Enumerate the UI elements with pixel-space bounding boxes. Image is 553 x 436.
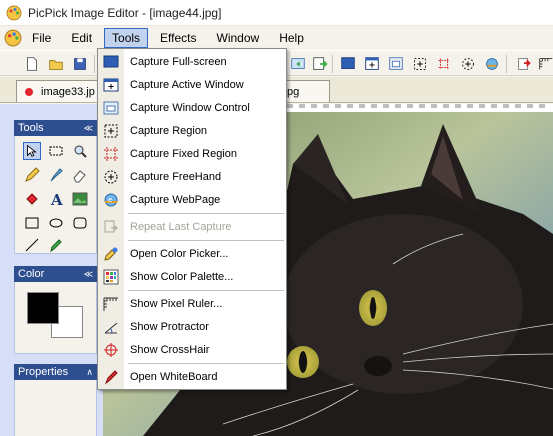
menu-separator [128,290,284,291]
menu-item-show-color-palette[interactable]: Show Color Palette... [98,266,286,288]
window-title: PicPick Image Editor - [image44.jpg] [28,5,222,20]
collapse-chevrons-icon[interactable]: ≪ [84,269,93,280]
menu-separator [128,213,284,214]
menu-item-repeat-last-capture: Repeat Last Capture [98,216,286,238]
menu-bar: File Edit Tools Effects Window Help [0,27,553,49]
brush-icon[interactable] [47,166,65,184]
active-window-capture-icon[interactable] [362,54,382,74]
toolbar-separator [506,55,507,73]
eraser-icon[interactable] [71,166,89,184]
region-icon [104,124,118,138]
ruler-icon [103,297,118,311]
expand-chevrons-icon[interactable]: ∧ [86,367,93,378]
crosshair-icon [104,343,118,357]
menu-effects[interactable]: Effects [152,28,204,48]
fixed-region-icon [104,147,118,161]
webpage-icon: e [104,193,118,207]
window-control-icon [103,101,119,115]
menu-item-show-pixel-ruler[interactable]: Show Pixel Ruler... [98,293,286,315]
properties-panel-body [14,380,97,436]
toolbar-separator [94,55,95,73]
zoom-magnifier-icon[interactable] [71,142,89,160]
rounded-rect-tool-icon[interactable] [71,214,89,232]
eyedropper-icon[interactable] [47,236,65,254]
menu-item-open-color-picker[interactable]: Open Color Picker... [98,243,286,265]
webpage-capture-icon[interactable] [482,54,502,74]
line-tool-icon[interactable] [23,236,41,254]
app-logo-icon [6,5,22,20]
color-panel-header[interactable]: Color ≪ [14,266,97,282]
menu-item-show-crosshair[interactable]: Show CrossHair [98,339,286,361]
freehand-icon [104,170,118,184]
tools-panel-body: A [14,136,97,254]
properties-panel-header[interactable]: Properties ∧ [14,364,97,380]
menu-tools[interactable]: Tools [104,28,149,48]
tools-menu-dropdown: Capture Full-screen Capture Active Windo… [97,48,287,390]
tab-label: image33.jp [41,85,95,98]
tab-image33[interactable]: image33.jp [16,80,102,102]
color-panel-body [14,282,97,354]
menu-file[interactable]: File [24,28,59,48]
menu-item-capture-window-control[interactable]: Capture Window Control [98,97,286,119]
fixed-region-capture-icon[interactable] [434,54,454,74]
color-picker-icon [104,247,118,261]
window-control-capture-icon[interactable] [386,54,406,74]
left-side-panel: Tools ≪ A Color ≪ Properties ∧ [0,104,103,436]
menu-item-capture-freehand[interactable]: Capture FreeHand [98,166,286,188]
menu-item-capture-full-screen[interactable]: Capture Full-screen [98,51,286,73]
pencil-icon[interactable] [23,166,41,184]
fullscreen-capture-icon[interactable] [338,54,358,74]
repeat-icon [104,220,118,233]
menu-help[interactable]: Help [271,28,312,48]
export-icon[interactable] [310,54,330,74]
ellipse-tool-icon[interactable] [47,214,65,232]
menu-item-capture-fixed-region[interactable]: Capture Fixed Region [98,143,286,165]
svg-text:A: A [50,191,63,208]
region-capture-icon[interactable] [410,54,430,74]
menu-item-open-whiteboard[interactable]: Open WhiteBoard [98,366,286,388]
menu-edit[interactable]: Edit [63,28,100,48]
save-icon[interactable] [70,54,90,74]
properties-panel-title: Properties [18,366,69,378]
open-folder-icon[interactable] [46,54,66,74]
select-arrow-icon[interactable] [23,142,41,160]
menu-window[interactable]: Window [209,28,268,48]
tab-label: pg [287,85,300,98]
title-bar: PicPick Image Editor - [image44.jpg] [0,0,553,26]
menu-item-capture-region[interactable]: Capture Region [98,120,286,142]
unsaved-dot-icon [25,87,33,96]
app-menu-icon[interactable] [4,29,22,47]
tools-panel-header[interactable]: Tools ≪ [14,120,97,136]
tools-panel-title: Tools [18,122,44,134]
collapse-chevrons-icon[interactable]: ≪ [84,123,93,134]
whiteboard-icon [104,370,118,385]
menu-separator [128,363,284,364]
svg-text:e: e [108,196,112,204]
toolbar-separator [332,55,333,73]
freehand-capture-icon[interactable] [458,54,478,74]
capture-icon[interactable] [288,54,308,74]
menu-item-show-protractor[interactable]: Show Protractor [98,316,286,338]
menu-separator [128,240,284,241]
window-icon [103,78,119,92]
rectangle-tool-icon[interactable] [23,214,41,232]
color-panel-title: Color [18,268,45,280]
new-file-icon[interactable] [22,54,42,74]
marquee-select-icon[interactable] [47,142,65,160]
menu-item-capture-active-window[interactable]: Capture Active Window [98,74,286,96]
protractor-icon [104,322,118,334]
fill-bucket-icon[interactable] [23,190,41,208]
pixel-ruler-icon[interactable] [536,54,553,74]
text-tool-icon[interactable]: A [47,190,65,208]
image-insert-icon[interactable] [71,190,89,208]
menu-item-capture-webpage[interactable]: e Capture WebPage [98,189,286,211]
monitor-icon [103,55,119,68]
primary-color-swatch[interactable] [27,292,59,324]
repeat-capture-icon[interactable] [514,54,534,74]
palette-icon [103,269,119,285]
